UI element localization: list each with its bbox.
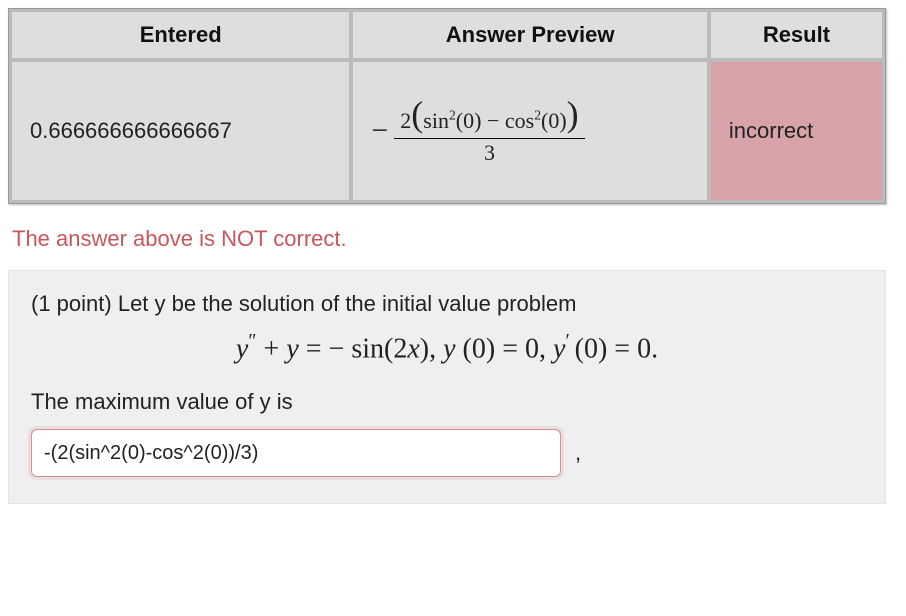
sin-exp: 2	[449, 107, 456, 122]
fraction-numerator: 2(sin2(0) − cos2(0))	[394, 97, 584, 139]
table-row: 0.666666666666667 − 2(sin2(0) − cos2(0))…	[11, 61, 883, 201]
entered-cell: 0.666666666666667	[11, 61, 350, 201]
cos-arg: (0)	[541, 108, 567, 133]
preview-cell: − 2(sin2(0) − cos2(0)) 3	[352, 61, 708, 201]
cos-base: cos	[505, 108, 534, 133]
fraction-denominator: 3	[394, 138, 584, 165]
eq-ic1-arg: (0) = 0,	[463, 333, 553, 364]
eq-ic2-y: y	[553, 333, 565, 364]
sin-base: sin	[423, 108, 449, 133]
eq-sin: sin(2	[351, 333, 407, 364]
col-header-preview: Answer Preview	[352, 11, 708, 59]
eq-close: ),	[420, 333, 443, 364]
intro-text: Let y be the solution of the initial val…	[118, 291, 577, 316]
sin-arg: (0)	[456, 108, 482, 133]
num-coef: 2	[400, 108, 411, 133]
col-header-result: Result	[710, 11, 883, 59]
feedback-message: The answer above is NOT correct.	[12, 226, 898, 252]
points-label: (1 point)	[31, 291, 118, 316]
cos-exp: 2	[534, 107, 541, 122]
answer-input[interactable]	[31, 429, 561, 477]
eq-neg: −	[329, 333, 352, 364]
eq-dprime: ″	[248, 331, 256, 352]
col-header-entered: Entered	[11, 11, 350, 59]
eq-x: x	[407, 333, 419, 364]
answer-row: ,	[31, 429, 863, 477]
problem-box: (1 point) Let y be the solution of the i…	[8, 270, 886, 504]
results-table: Entered Answer Preview Result 0.66666666…	[8, 8, 886, 204]
table-header-row: Entered Answer Preview Result	[11, 11, 883, 59]
prompt-text: The maximum value of y is	[31, 389, 863, 415]
negative-sign: −	[371, 114, 394, 148]
open-paren: (	[411, 94, 423, 134]
eq-prime: ′	[565, 331, 574, 352]
eq-ic2-arg: (0) = 0.	[575, 333, 658, 364]
trailing-comma: ,	[571, 440, 581, 466]
fraction: 2(sin2(0) − cos2(0)) 3	[394, 97, 584, 166]
eq-ic1-y: y	[443, 333, 462, 364]
eq-equals: =	[299, 333, 329, 364]
eq-y1: y	[236, 333, 248, 364]
minus-op: −	[481, 108, 504, 133]
equation: y″ + y = − sin(2x), y (0) = 0, y′ (0) = …	[31, 331, 863, 365]
close-paren: )	[567, 94, 579, 134]
eq-y2: y	[286, 333, 298, 364]
problem-intro: (1 point) Let y be the solution of the i…	[31, 291, 863, 317]
result-cell: incorrect	[710, 61, 883, 201]
eq-plus: +	[257, 333, 287, 364]
